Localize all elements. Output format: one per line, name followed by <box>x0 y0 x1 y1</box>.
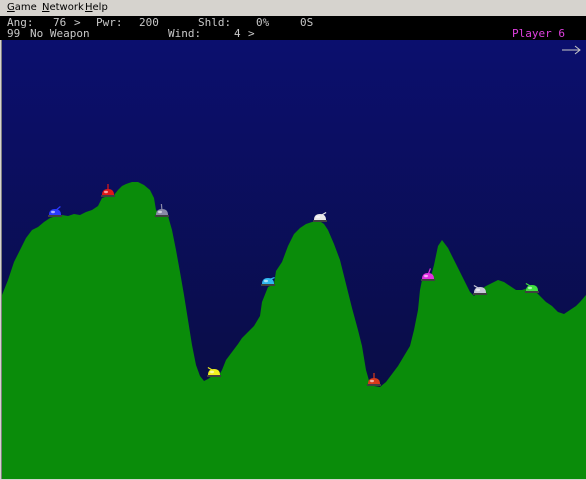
shield-label: Shld: <box>198 16 232 29</box>
tank-base <box>207 375 221 377</box>
tank-highlight <box>370 379 374 383</box>
tank-highlight <box>104 190 108 194</box>
tank-base <box>421 279 435 281</box>
menu-game[interactable]: Game <box>6 0 38 16</box>
menu-network[interactable]: Network <box>41 0 85 16</box>
tank-base <box>313 220 327 222</box>
menu-help[interactable]: Help <box>84 0 109 16</box>
tank-base <box>473 293 487 295</box>
tank-highlight <box>424 274 428 278</box>
status-hud: Ang: 76 > Pwr: 200 Shld: 0% 0S 99 No Wea… <box>0 16 586 40</box>
wind-value: 4 <box>234 27 241 40</box>
current-player-label: Player 6 <box>512 27 565 40</box>
tank-highlight <box>158 210 162 214</box>
weapon-count: 99 <box>7 27 21 40</box>
tank-base <box>367 384 381 386</box>
shield-extra: 0S <box>300 16 314 29</box>
shield-value: 0% <box>256 16 270 29</box>
tank-base <box>525 291 539 293</box>
tank-highlight <box>528 286 532 290</box>
tank-highlight <box>264 279 268 283</box>
tank-highlight <box>316 215 320 219</box>
power-label: Pwr: <box>96 16 123 29</box>
wind-arrow: > <box>248 27 255 40</box>
tank-highlight <box>51 210 55 214</box>
power-value: 200 <box>139 16 159 29</box>
game-playfield[interactable] <box>1 40 586 479</box>
menu-bar: Game Network Help <box>0 0 586 16</box>
tank-highlight <box>476 288 480 292</box>
tank-highlight <box>210 370 214 374</box>
tank-base <box>155 215 169 217</box>
game-window: Game Network Help Ang: 76 > Pwr: 200 Shl… <box>0 0 586 480</box>
tank-base <box>101 195 115 197</box>
tank-base <box>48 215 62 217</box>
tank-base <box>261 284 275 286</box>
wind-label: Wind: <box>168 27 202 40</box>
game-canvas[interactable] <box>2 40 586 479</box>
weapon-name: No Weapon <box>30 27 90 40</box>
